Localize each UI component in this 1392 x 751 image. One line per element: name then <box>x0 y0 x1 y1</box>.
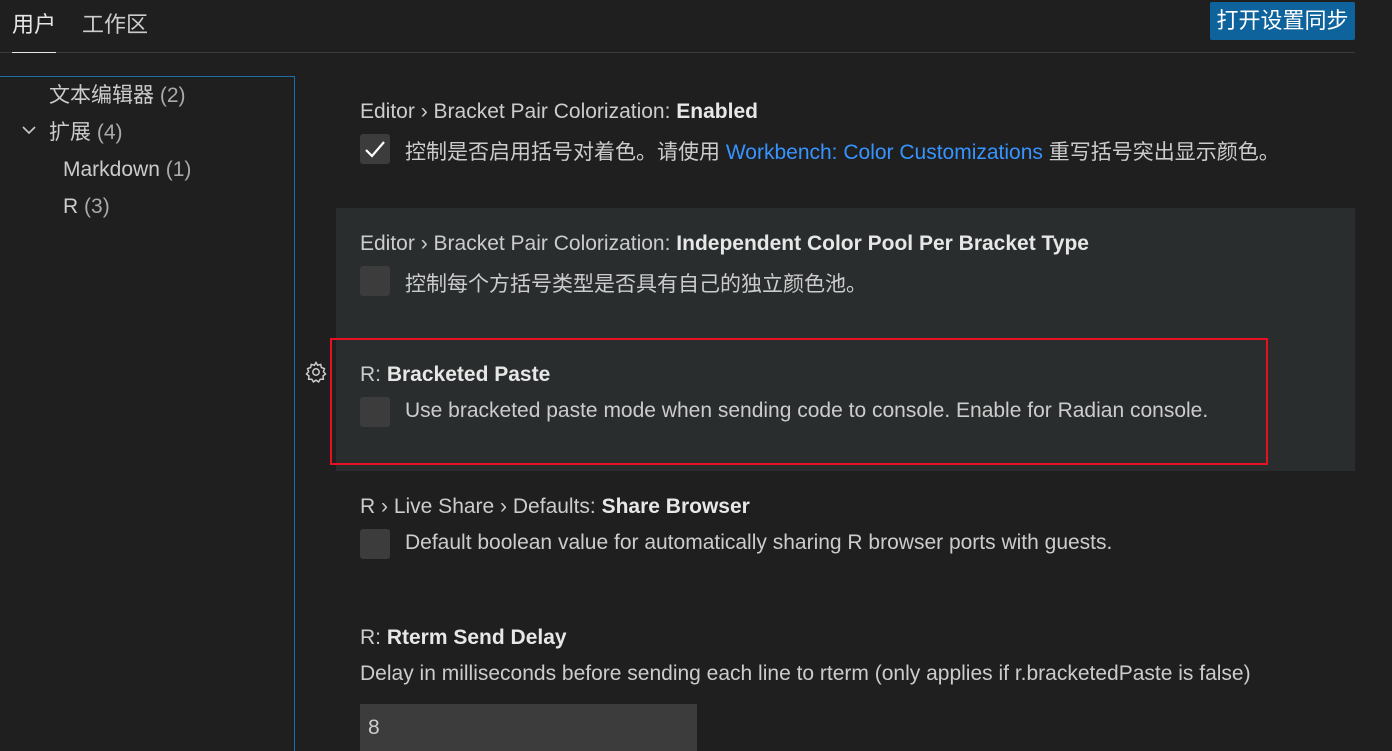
setting-description: 控制是否启用括号对着色。请使用 Workbench: Color Customi… <box>405 136 1280 166</box>
setting-r-live-share-browser: R › Live Share › Defaults: Share Browser… <box>336 471 1355 602</box>
toc-item-count: (3) <box>84 195 110 218</box>
setting-category: R: <box>360 626 387 649</box>
toc-item-r[interactable]: R (3) <box>63 190 110 224</box>
setting-r-bracketed-paste: R: Bracketed Paste Use bracketed paste m… <box>336 339 1355 471</box>
settings-list: Editor › Bracket Pair Colorization: Enab… <box>296 76 1355 751</box>
scrollbar-track[interactable] <box>1355 76 1392 751</box>
setting-name: Bracketed Paste <box>386 363 551 386</box>
setting-title: Editor › Bracket Pair Colorization: Enab… <box>360 100 758 124</box>
desc-text: 控制是否启用括号对着色。请使用 <box>405 141 726 164</box>
setting-checkbox-checked[interactable] <box>360 134 390 164</box>
setting-name: Independent Color Pool Per Bracket Type <box>676 232 1089 255</box>
workbench-color-customizations-link[interactable]: Workbench: Color Customizations <box>726 141 1043 164</box>
tab-workspace[interactable]: 工作区 <box>82 0 148 52</box>
setting-checkbox[interactable] <box>360 266 390 296</box>
setting-independent-color-pool: Editor › Bracket Pair Colorization: Inde… <box>336 208 1355 339</box>
toc-item-label: 文本编辑器 <box>49 84 154 107</box>
toc-item-text-editor[interactable]: 文本编辑器 (2) <box>49 79 186 113</box>
toc-item-count: (1) <box>165 158 192 181</box>
setting-checkbox[interactable] <box>360 397 390 427</box>
setting-category: Editor › Bracket Pair Colorization: <box>360 100 677 123</box>
setting-description: Use bracketed paste mode when sending co… <box>405 399 1209 422</box>
toc-item-count: (2) <box>159 84 186 107</box>
setting-category: R › Live Share › Defaults: <box>360 495 602 518</box>
setting-title: Editor › Bracket Pair Colorization: Inde… <box>360 232 1089 256</box>
settings-editor: 用户 工作区 打开设置同步 文本编辑器 (2) 扩展 (4) Markdown … <box>0 0 1392 751</box>
setting-category: Editor › Bracket Pair Colorization: <box>360 232 677 255</box>
toc-item-label: Markdown <box>63 158 160 181</box>
setting-title: R › Live Share › Defaults: Share Browser <box>360 495 750 519</box>
setting-name: Enabled <box>676 100 758 123</box>
tab-user[interactable]: 用户 <box>12 0 57 53</box>
setting-title: R: Rterm Send Delay <box>360 626 567 650</box>
desc-text: 重写括号突出显示颜色。 <box>1042 141 1280 164</box>
toc-item-extensions[interactable]: 扩展 (4) <box>49 116 123 150</box>
gear-icon[interactable] <box>304 360 328 384</box>
check-icon <box>365 141 385 158</box>
rterm-send-delay-input[interactable] <box>360 704 697 751</box>
setting-name: Rterm Send Delay <box>386 626 567 649</box>
setting-description: Default boolean value for automatically … <box>405 531 1113 554</box>
setting-bracket-pair-colorization-enabled: Editor › Bracket Pair Colorization: Enab… <box>336 76 1355 208</box>
toc-item-label: R <box>63 195 79 218</box>
toc-item-markdown[interactable]: Markdown (1) <box>63 153 191 187</box>
setting-category: R: <box>360 363 387 386</box>
setting-description: 控制每个方括号类型是否具有自己的独立颜色池。 <box>405 273 867 296</box>
toc-item-label: 扩展 <box>49 121 91 144</box>
setting-checkbox[interactable] <box>360 529 390 559</box>
settings-scope-tabs: 用户 工作区 <box>0 0 1355 53</box>
setting-description: Delay in milliseconds before sending eac… <box>360 662 1251 685</box>
open-settings-sync-button[interactable]: 打开设置同步 <box>1210 2 1355 40</box>
chevron-down-icon[interactable] <box>22 123 36 137</box>
setting-title: R: Bracketed Paste <box>360 363 550 387</box>
toc-item-count: (4) <box>96 121 123 144</box>
setting-name: Share Browser <box>601 495 750 518</box>
